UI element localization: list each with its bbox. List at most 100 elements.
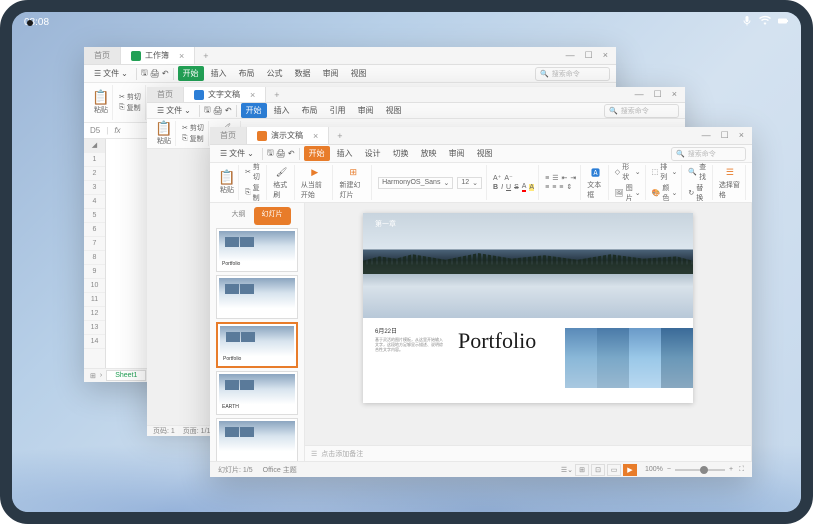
cut-button[interactable]: ✂ 剪切 (182, 123, 204, 133)
slide-thumbnail[interactable] (216, 418, 298, 461)
slideshow-from-current[interactable]: ▶ 从当前开始 (297, 165, 334, 200)
select-all-cell[interactable]: ◢ (84, 139, 105, 153)
save-icon[interactable]: 🖫 (141, 67, 148, 81)
row-header[interactable]: 1 (84, 153, 105, 167)
minimize-button[interactable]: — (702, 130, 711, 141)
row-header[interactable]: 7 (84, 237, 105, 251)
add-tab-icon[interactable]: + (266, 90, 287, 100)
close-icon[interactable]: × (179, 51, 184, 61)
minimize-button[interactable]: — (635, 89, 644, 100)
titlebar[interactable]: 首页 文字文稿 × + — ☐ × (147, 87, 685, 103)
row-header[interactable]: 5 (84, 209, 105, 223)
align-right-icon[interactable]: ≡ (559, 184, 563, 191)
row-header[interactable]: 2 (84, 167, 105, 181)
menu-layout[interactable]: 布局 (234, 66, 260, 81)
align-center-icon[interactable]: ≡ (552, 184, 556, 191)
save-icon[interactable]: 🖫 (267, 147, 274, 161)
copy-button[interactable]: ⎘ 复制 (245, 183, 262, 203)
close-button[interactable]: × (603, 50, 608, 61)
current-slide[interactable]: 第一章 6月22日 基于灵活的图片模板，从这里开始输入文字，这段地方足够显示描述… (363, 213, 693, 403)
color-button[interactable]: 🎨 颜色⌄ (652, 183, 678, 203)
row-header[interactable]: 13 (84, 321, 105, 335)
add-tab-icon[interactable]: + (195, 51, 216, 61)
image-button[interactable]: 🖼 图片⌄ (615, 183, 641, 203)
undo-icon[interactable]: ↶ (225, 106, 232, 115)
list-bullet-icon[interactable]: ≡ (545, 175, 549, 182)
sorter-view-button[interactable]: ⊡ (591, 464, 605, 476)
row-header[interactable]: 8 (84, 251, 105, 265)
slide-thumbnail[interactable]: Portfolio (216, 322, 298, 368)
close-button[interactable]: × (739, 130, 744, 141)
normal-view-button[interactable]: ⊞ (575, 464, 589, 476)
search-input[interactable]: 🔍 搜索命令 (604, 104, 679, 118)
menu-data[interactable]: 数据 (290, 66, 316, 81)
file-menu[interactable]: ☰ 文件 ⌄ (216, 148, 258, 159)
bold-button[interactable]: B (493, 184, 498, 191)
row-header[interactable]: 10 (84, 279, 105, 293)
indent-right-icon[interactable]: ⇥ (570, 174, 576, 182)
font-color-button[interactable]: A (522, 183, 527, 192)
minimize-button[interactable]: — (566, 50, 575, 61)
replace-button[interactable]: ↻ 替换 (688, 183, 708, 203)
menu-layout[interactable]: 布局 (297, 103, 323, 118)
close-button[interactable]: × (672, 89, 677, 100)
highlight-button[interactable]: A (529, 184, 534, 191)
italic-button[interactable]: I (501, 184, 503, 191)
slide-thumbnail[interactable] (216, 275, 298, 319)
copy-button[interactable]: ⎘ 复制 (119, 103, 141, 113)
font-size-select[interactable]: 12 ⌄ (457, 177, 482, 189)
arrange-button[interactable]: ⬚ 排列⌄ (652, 162, 678, 182)
slideshow-button[interactable]: ▶ (623, 464, 637, 476)
find-button[interactable]: 🔍 查找 (688, 162, 708, 182)
print-icon[interactable]: 🖨 (276, 149, 286, 158)
add-tab-icon[interactable]: + (329, 131, 350, 141)
row-header[interactable]: 4 (84, 195, 105, 209)
zoom-thumb[interactable] (700, 466, 708, 474)
search-input[interactable]: 🔍 搜索命令 (671, 147, 746, 161)
menu-reference[interactable]: 引用 (325, 103, 351, 118)
document-tab[interactable]: 工作簿 × (121, 47, 195, 64)
zoom-out-button[interactable]: − (667, 466, 671, 473)
undo-icon[interactable]: ↶ (288, 149, 295, 158)
list-number-icon[interactable]: ☰ (552, 174, 558, 182)
font-smaller-icon[interactable]: A⁻ (504, 174, 512, 182)
cut-button[interactable]: ✂ 剪切 (119, 92, 141, 102)
print-icon[interactable]: 🖨 (213, 106, 223, 115)
menu-insert[interactable]: 插入 (332, 146, 358, 161)
slides-tab[interactable]: 幻灯片 (254, 207, 291, 225)
zoom-slider[interactable] (675, 469, 725, 471)
font-bigger-icon[interactable]: A⁺ (493, 174, 501, 182)
row-header[interactable]: 9 (84, 265, 105, 279)
new-slide-group[interactable]: ⊞ 新建幻灯片 (335, 165, 372, 200)
sheet-tab[interactable]: Sheet1 (106, 370, 146, 381)
menu-start[interactable]: 开始 (304, 146, 330, 161)
save-icon[interactable]: 🖫 (204, 104, 211, 118)
print-icon[interactable]: 🖨 (150, 69, 160, 78)
paste-group[interactable]: 📋 粘贴 (153, 121, 176, 146)
maximize-button[interactable]: ☐ (654, 89, 662, 100)
close-icon[interactable]: × (250, 90, 255, 100)
reading-view-button[interactable]: ▭ (607, 464, 621, 476)
slide-canvas-area[interactable]: 第一章 6月22日 基于灵活的图片模板，从这里开始输入文字，这段地方足够显示描述… (305, 203, 751, 445)
titlebar[interactable]: 首页 工作簿 × + — ☐ × (84, 47, 616, 65)
maximize-button[interactable]: ☐ (585, 50, 593, 61)
select-pane[interactable]: ☰ 选择窗格 (715, 165, 746, 200)
row-header[interactable]: 12 (84, 307, 105, 321)
menu-transition[interactable]: 切换 (388, 146, 414, 161)
menu-start[interactable]: 开始 (241, 103, 267, 118)
maximize-button[interactable]: ☐ (721, 130, 729, 141)
home-tab[interactable]: 首页 (210, 127, 247, 144)
undo-icon[interactable]: ↶ (162, 69, 169, 78)
shape-button[interactable]: ◇ 形状⌄ (615, 162, 641, 182)
close-icon[interactable]: × (313, 131, 318, 141)
menu-review[interactable]: 审阅 (444, 146, 470, 161)
slide-panel[interactable]: 大纲 幻灯片 PortfolioPortfolioEARTHPortfolio (210, 203, 305, 461)
indent-left-icon[interactable]: ⇤ (561, 174, 567, 182)
home-tab[interactable]: 首页 (147, 87, 184, 102)
menu-view[interactable]: 视图 (346, 66, 372, 81)
row-header[interactable]: 11 (84, 293, 105, 307)
notes-toggle-icon[interactable]: ☰⌄ (561, 466, 573, 474)
row-header[interactable]: 3 (84, 181, 105, 195)
outline-tab[interactable]: 大纲 (224, 207, 254, 225)
fx-icon[interactable]: fx (114, 126, 120, 135)
